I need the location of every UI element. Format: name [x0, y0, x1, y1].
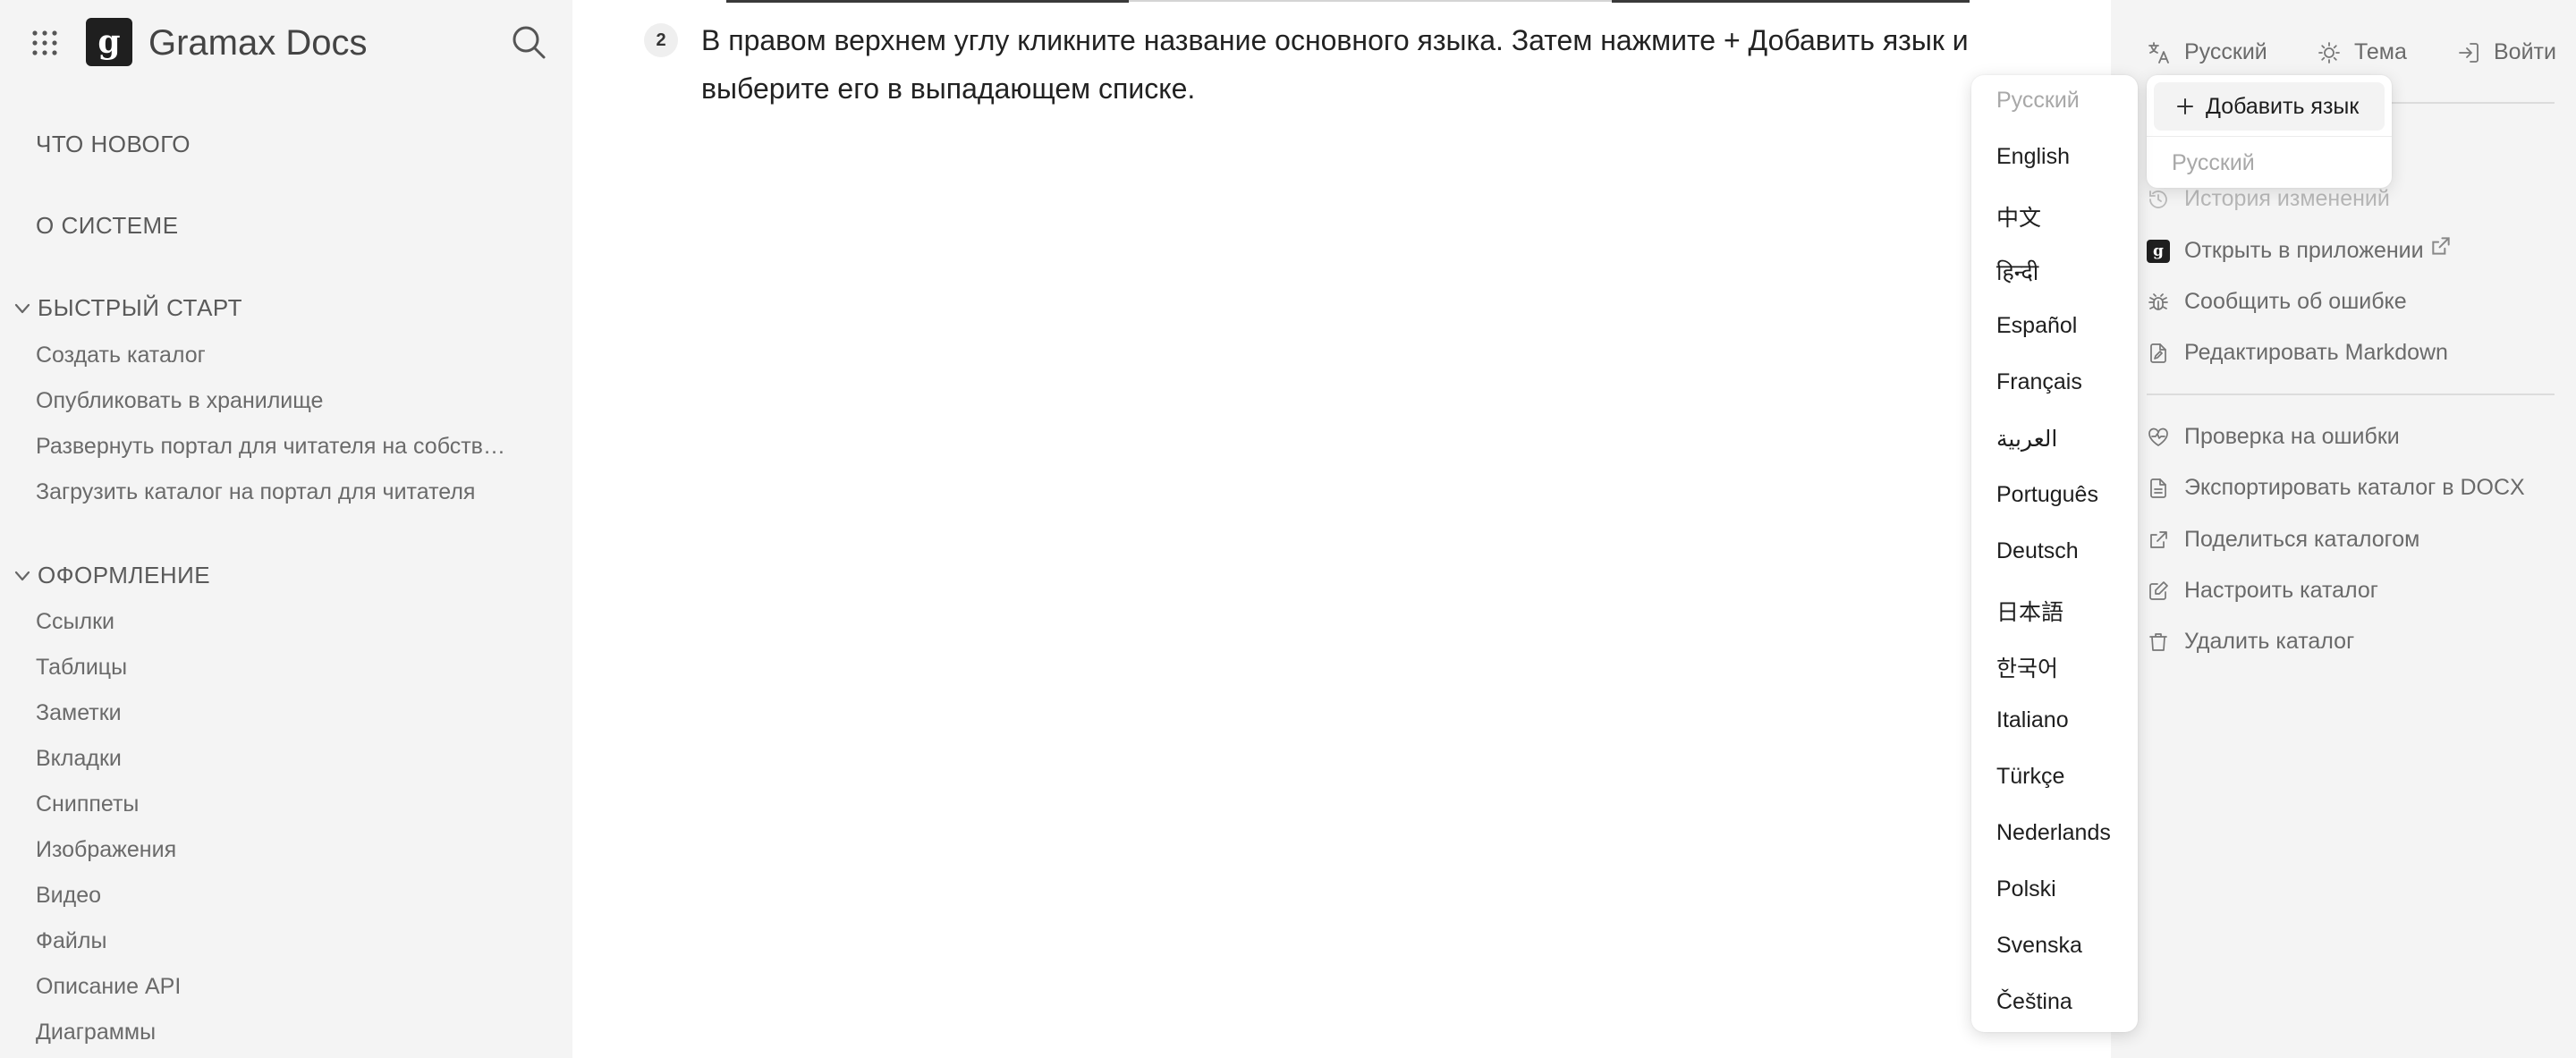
language-option-english[interactable]: English — [1996, 144, 2070, 170]
action-label: Открыть в приложении — [2184, 238, 2424, 263]
language-option-spanish[interactable]: Español — [1996, 313, 2077, 339]
nav-group-label: БЫСТРЫЙ СТАРТ — [38, 294, 242, 321]
chevron-down-icon — [14, 303, 30, 313]
action-label: Проверка на ошибки — [2184, 424, 2400, 449]
language-option-swedish[interactable]: Svenska — [1996, 933, 2082, 959]
action-label: Редактировать Markdown — [2184, 340, 2448, 365]
apps-grid-icon[interactable] — [30, 29, 59, 57]
bug-icon — [2148, 292, 2168, 310]
login-icon — [2459, 42, 2479, 63]
theme-toggle[interactable]: Тема — [2317, 39, 2407, 65]
action-check-errors[interactable]: Проверка на ошибки — [2147, 424, 2400, 450]
image-bottom-edge — [726, 0, 1129, 3]
nav-item-notes[interactable]: Заметки — [36, 700, 122, 726]
language-option-portuguese[interactable]: Português — [1996, 482, 2098, 508]
language-label: Русский — [2184, 39, 2267, 64]
login-button[interactable]: Войти — [2456, 39, 2556, 65]
language-icon — [2148, 41, 2169, 63]
language-option-korean[interactable]: 한국어 — [1996, 651, 2058, 683]
theme-label: Тема — [2354, 39, 2407, 64]
popover-current-language[interactable]: Русский — [2172, 145, 2255, 181]
nav-group-quick-start[interactable]: БЫСТРЫЙ СТАРТ — [13, 294, 242, 322]
nav-item-images[interactable]: Изображения — [36, 837, 176, 863]
action-report-bug[interactable]: Сообщить об ошибке — [2147, 289, 2407, 315]
action-label: Экспортировать каталог в DOCX — [2184, 475, 2525, 500]
nav-item-deploy-portal[interactable]: Развернуть портал для читателя на собств… — [36, 434, 505, 460]
file-edit-icon — [2150, 343, 2166, 363]
action-label: Настроить каталог — [2184, 578, 2378, 603]
step-text: В правом верхнем углу кликните название … — [701, 24, 1969, 105]
file-text-icon — [2150, 478, 2166, 498]
action-edit-markdown[interactable]: Редактировать Markdown — [2147, 340, 2448, 366]
nav-whats-new[interactable]: ЧТО НОВОГО — [36, 131, 191, 158]
language-option-german[interactable]: Deutsch — [1996, 538, 2079, 564]
nav-item-create-catalog[interactable]: Создать каталог — [36, 343, 206, 368]
app-logo[interactable]: g — [86, 18, 132, 66]
language-option-czech[interactable]: Čeština — [1996, 989, 2072, 1015]
language-option-arabic[interactable]: العربية — [1996, 426, 2057, 453]
add-language-label: Добавить язык — [2206, 93, 2360, 119]
add-language-button[interactable]: Добавить язык — [2154, 82, 2385, 131]
action-label: Удалить каталог — [2184, 629, 2355, 654]
nav-item-publish-storage[interactable]: Опубликовать в хранилище — [36, 388, 323, 414]
nav-item-snippets[interactable]: Сниппеты — [36, 791, 139, 817]
action-label: История изменений — [2184, 186, 2390, 211]
nav-item-upload-catalog[interactable]: Загрузить каталог на портал для читателя — [36, 479, 475, 505]
language-option-polish[interactable]: Polski — [1996, 876, 2056, 902]
nav-item-tables[interactable]: Таблицы — [36, 655, 127, 681]
sun-icon — [2318, 41, 2340, 63]
nav-item-files[interactable]: Файлы — [36, 928, 106, 954]
chevron-down-icon — [14, 571, 30, 580]
add-language-popover: Добавить язык Русский — [2147, 75, 2392, 188]
step-number: 2 — [644, 23, 678, 57]
popover-divider — [2147, 136, 2392, 137]
heart-pulse-icon — [2148, 427, 2168, 446]
action-history: История изменений — [2147, 186, 2390, 212]
image-bottom-edge — [1129, 0, 1612, 2]
nav-item-api[interactable]: Описание API — [36, 974, 181, 1000]
language-option-japanese[interactable]: 日本語 — [1996, 595, 2063, 627]
action-open-in-app[interactable]: g Открыть в приложении — [2147, 236, 2453, 264]
nav-group-design[interactable]: ОФОРМЛЕНИЕ — [13, 562, 210, 589]
action-configure-catalog[interactable]: Настроить каталог — [2147, 578, 2378, 604]
external-link-icon — [2431, 236, 2450, 255]
action-share-catalog[interactable]: Поделиться каталогом — [2147, 527, 2419, 553]
action-export-docx[interactable]: Экспортировать каталог в DOCX — [2147, 475, 2525, 501]
share-icon — [2150, 530, 2167, 548]
app-logo-letter: g — [97, 23, 121, 61]
plus-icon — [2177, 98, 2193, 114]
search-icon[interactable] — [510, 23, 547, 61]
nav-item-links[interactable]: Ссылки — [36, 609, 114, 635]
gramax-app-icon: g — [2147, 239, 2170, 263]
nav-item-diagrams[interactable]: Диаграммы — [36, 1020, 156, 1045]
login-label: Войти — [2494, 39, 2556, 64]
action-delete-catalog[interactable]: Удалить каталог — [2147, 629, 2354, 655]
nav-item-tabs[interactable]: Вкладки — [36, 746, 122, 772]
trash-icon — [2149, 632, 2167, 651]
language-switcher[interactable]: Русский — [2147, 39, 2267, 65]
nav-about[interactable]: О СИСТЕМЕ — [36, 212, 179, 240]
panel-divider — [2147, 394, 2555, 395]
history-icon — [2149, 190, 2167, 208]
language-dropdown: Русский English 中文 हिन्दी Español França… — [1971, 75, 2138, 1032]
nav-group-label: ОФОРМЛЕНИЕ — [38, 562, 211, 588]
language-option-chinese[interactable]: 中文 — [1996, 200, 2041, 233]
language-option-current[interactable]: Русский — [1996, 88, 2080, 114]
language-option-turkish[interactable]: Türkçe — [1996, 764, 2064, 790]
image-bottom-edge — [1612, 0, 1970, 3]
nav-item-video[interactable]: Видео — [36, 883, 101, 909]
language-option-italian[interactable]: Italiano — [1996, 707, 2069, 733]
language-option-hindi[interactable]: हिन्दी — [1996, 257, 2038, 287]
language-option-french[interactable]: Français — [1996, 369, 2082, 395]
sidebar: g Gramax Docs ЧТО НОВОГО О СИСТЕМЕ БЫСТР… — [0, 0, 572, 1058]
app-title[interactable]: Gramax Docs — [148, 20, 368, 66]
action-label: Сообщить об ошибке — [2184, 289, 2407, 314]
pencil-square-icon — [2149, 580, 2168, 600]
action-label: Поделиться каталогом — [2184, 527, 2420, 552]
language-option-dutch[interactable]: Nederlands — [1996, 820, 2111, 846]
